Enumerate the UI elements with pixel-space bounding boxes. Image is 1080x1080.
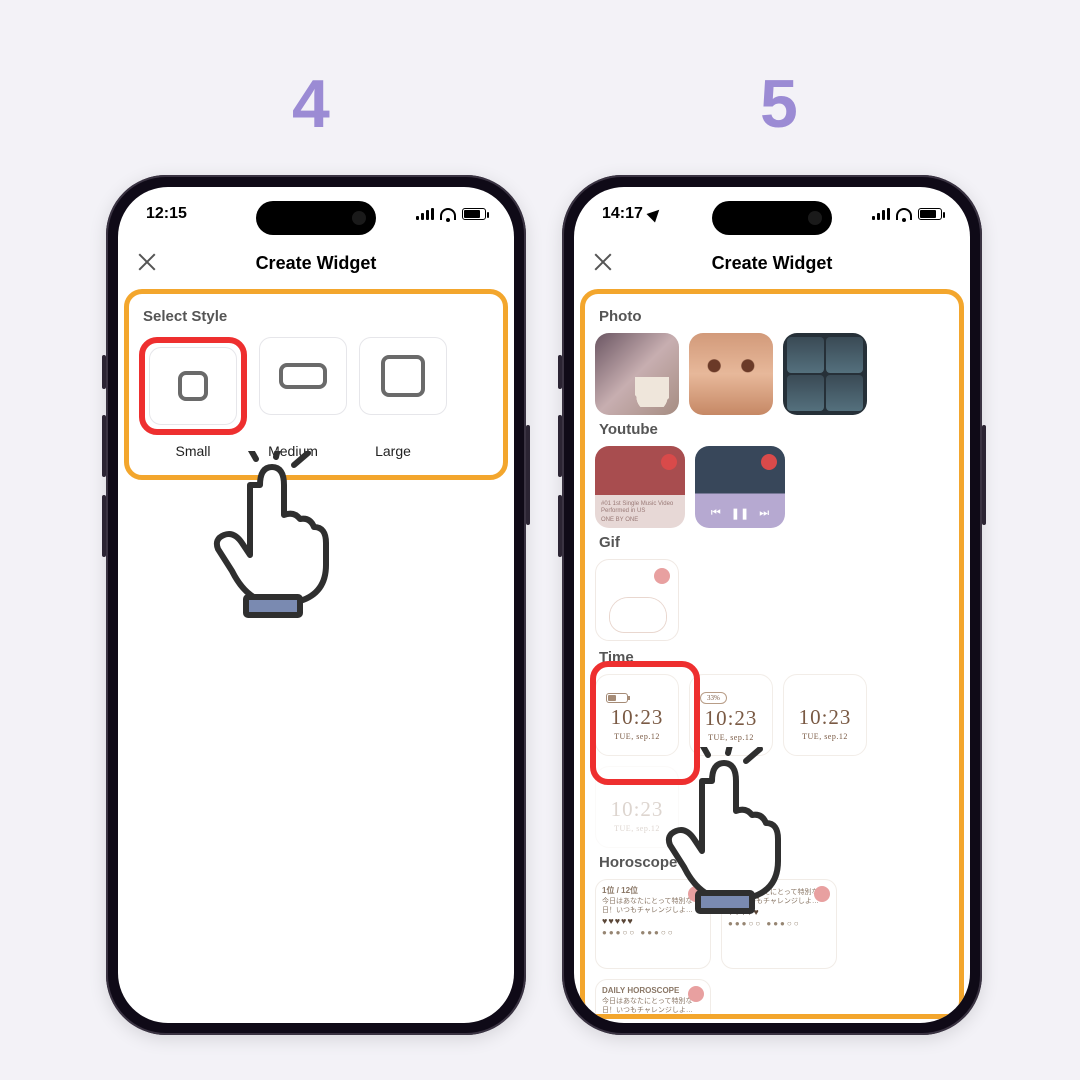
- photo-widget-option[interactable]: [783, 333, 867, 415]
- phone-side-button: [558, 495, 562, 557]
- hearts-icon: ♥♥♥♥♥: [602, 917, 704, 926]
- close-icon[interactable]: [592, 251, 614, 273]
- time-widget-option[interactable]: 10:23 TUE, sep.12: [595, 766, 679, 848]
- section-heading-gif: Gif: [599, 534, 945, 551]
- youtube-widget-option[interactable]: ⏮ ❚❚ ⏭: [695, 446, 785, 528]
- phone-side-button: [558, 355, 562, 389]
- time-value: 10:23: [611, 797, 664, 822]
- dynamic-island: [256, 201, 376, 235]
- prev-icon: ⏮: [711, 507, 721, 520]
- horoscope-meter: ●●●○○ ●●●○○: [602, 928, 704, 937]
- hearts-icon: ♥♥♥♥♥: [602, 1017, 704, 1019]
- style-label-large: Large: [349, 443, 437, 459]
- phone-screen: 14:17 Create Widget Photo Youtub: [574, 187, 970, 1023]
- horoscope-widget-option[interactable]: DAILY HOROSCOPE 今日はあなたにとって特別な日！いつもチャレンジし…: [595, 979, 711, 1019]
- phone-side-button: [526, 425, 530, 525]
- horoscope-rank: DAILY HOROSCOPE: [602, 986, 704, 995]
- dynamic-island: [712, 201, 832, 235]
- youtube-caption: Performed in US: [601, 508, 679, 515]
- square-icon: [178, 371, 208, 401]
- status-time: 12:15: [146, 205, 187, 223]
- section-heading-photo: Photo: [599, 308, 945, 325]
- time-value: 10:23: [611, 705, 664, 730]
- style-label-small: Small: [149, 443, 237, 459]
- rectangle-icon: [279, 363, 327, 389]
- time-value: 10:23: [705, 706, 758, 731]
- nav-title: Create Widget: [712, 253, 833, 274]
- location-arrow-icon: [646, 206, 663, 223]
- next-icon: ⏭: [759, 507, 769, 520]
- phone-frame-step5: 14:17 Create Widget Photo Youtub: [562, 175, 982, 1035]
- time-date: TUE, sep.12: [614, 732, 660, 741]
- horoscope-widget-option[interactable]: 今日はあなたにとって特別な日！いつもチャレンジしよ… ♥♥♥♥♥ ●●●○○ ●…: [721, 879, 837, 969]
- wifi-icon: [440, 208, 456, 220]
- horoscope-rank: 1位 / 12位: [602, 886, 704, 895]
- battery-pill: 33%: [700, 692, 727, 704]
- phone-screen: 12:15 Create Widget Select Style: [118, 187, 514, 1023]
- step-number-4: 4: [292, 65, 330, 143]
- nav-bar: Create Widget: [118, 241, 514, 285]
- section-heading-time: Time: [599, 649, 634, 666]
- highlight-widget-list: Photo Youtube #01 1st Single Music Video…: [580, 289, 964, 1019]
- pause-icon: ❚❚: [731, 507, 749, 520]
- time-widget-option[interactable]: 10:23 TUE, sep.12: [783, 674, 867, 756]
- photo-widget-option[interactable]: [595, 333, 679, 415]
- photo-widget-option[interactable]: [689, 333, 773, 415]
- cellular-icon: [416, 208, 434, 220]
- time-value: 10:23: [799, 705, 852, 730]
- hearts-icon: ♥♥♥♥♥: [728, 908, 830, 917]
- phone-side-button: [102, 495, 106, 557]
- youtube-footer: ONE BY ONE: [601, 517, 679, 524]
- nav-bar: Create Widget: [574, 241, 970, 285]
- step-number-5: 5: [760, 65, 798, 143]
- horoscope-text: 今日はあなたにとって特別な日！いつもチャレンジしよ…: [728, 888, 830, 906]
- battery-icon: [918, 208, 942, 220]
- style-option-small[interactable]: [139, 337, 247, 435]
- phone-frame-step4: 12:15 Create Widget Select Style: [106, 175, 526, 1035]
- phone-side-button: [102, 355, 106, 389]
- wifi-icon: [896, 208, 912, 220]
- nav-title: Create Widget: [256, 253, 377, 274]
- battery-icon: [462, 208, 486, 220]
- section-heading-youtube: Youtube: [599, 421, 945, 438]
- time-date: TUE, sep.12: [614, 824, 660, 833]
- status-time: 14:17: [602, 205, 643, 223]
- horoscope-widget-option[interactable]: 1位 / 12位 今日はあなたにとって特別な日！いつもチャレンジしよ… ♥♥♥♥…: [595, 879, 711, 969]
- section-heading-horoscope: Horoscope: [599, 854, 945, 871]
- time-widget-option[interactable]: 10:23 TUE, sep.12: [595, 674, 679, 756]
- phone-side-button: [102, 415, 106, 477]
- large-square-icon: [381, 355, 425, 397]
- youtube-caption: #01 1st Single Music Video: [601, 501, 679, 508]
- time-widget-option[interactable]: 33% 10:23 TUE, sep.12: [689, 674, 773, 756]
- style-option-large[interactable]: [359, 337, 447, 435]
- phone-side-button: [982, 425, 986, 525]
- horoscope-meter: ●●●○○ ●●●○○: [728, 919, 830, 928]
- phone-side-button: [558, 415, 562, 477]
- youtube-widget-option[interactable]: #01 1st Single Music Video Performed in …: [595, 446, 685, 528]
- battery-icon: [606, 693, 628, 703]
- horoscope-text: 今日はあなたにとって特別な日！いつもチャレンジしよ…: [602, 897, 704, 915]
- time-date: TUE, sep.12: [802, 732, 848, 741]
- cellular-icon: [872, 208, 890, 220]
- highlight-select-style: Select Style Small Medium Large: [124, 289, 508, 480]
- style-label-medium: Medium: [249, 443, 337, 459]
- gif-widget-option[interactable]: [595, 559, 679, 641]
- horoscope-text: 今日はあなたにとって特別な日！いつもチャレンジしよ…: [602, 997, 704, 1015]
- close-icon[interactable]: [136, 251, 158, 273]
- style-option-medium[interactable]: [259, 337, 347, 435]
- section-heading-select-style: Select Style: [143, 308, 489, 325]
- time-date: TUE, sep.12: [708, 733, 754, 742]
